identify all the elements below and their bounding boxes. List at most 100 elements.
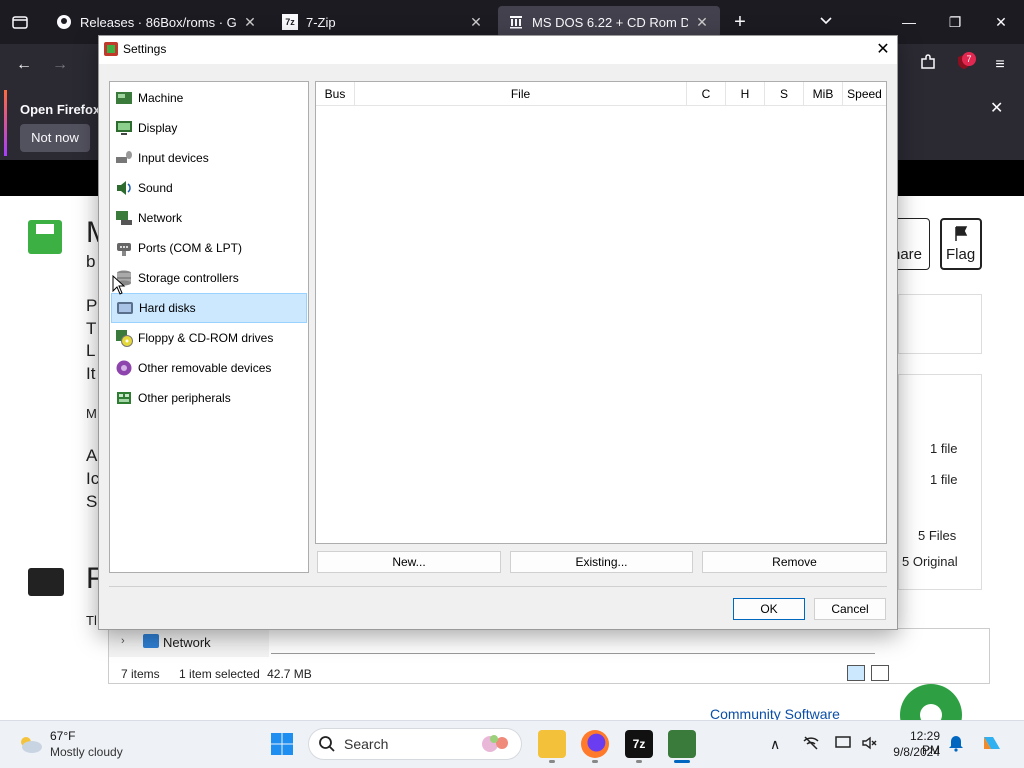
- network-icon: [115, 209, 133, 227]
- category-display[interactable]: Display: [111, 113, 307, 143]
- close-icon[interactable]: ✕: [468, 14, 484, 31]
- app-running-indicator: [592, 760, 598, 763]
- category-label: Hard disks: [139, 301, 196, 315]
- category-label: Storage controllers: [138, 271, 239, 285]
- category-floppy-cdrom[interactable]: Floppy & CD-ROM drives: [111, 323, 307, 353]
- volume-mute-icon[interactable]: [860, 734, 878, 752]
- not-now-button[interactable]: Not now: [20, 124, 90, 152]
- category-ports[interactable]: Ports (COM & LPT): [111, 233, 307, 263]
- column-header-mib[interactable]: MiB: [804, 82, 843, 106]
- machine-icon: [115, 89, 133, 107]
- tab-github-releases[interactable]: Releases · 86Box/roms · GitHub ✕: [46, 6, 268, 38]
- explorer-nav-network[interactable]: Network: [163, 635, 211, 650]
- hard-disk-icon: [116, 299, 134, 317]
- column-header-file[interactable]: File: [355, 82, 687, 106]
- category-label: Sound: [138, 181, 173, 195]
- page-text-fragment: T: [86, 319, 97, 338]
- app-active-indicator: [674, 760, 690, 763]
- category-label: Machine: [138, 91, 184, 105]
- minimize-icon[interactable]: —: [894, 8, 924, 36]
- remove-disk-button[interactable]: Remove: [702, 551, 887, 573]
- windows-start-icon[interactable]: [270, 732, 294, 756]
- category-sound[interactable]: Sound: [111, 173, 307, 203]
- category-network[interactable]: Network: [111, 203, 307, 233]
- close-icon[interactable]: ✕: [871, 38, 895, 62]
- chevron-up-icon[interactable]: ∧: [770, 736, 780, 753]
- page-text-fragment: It: [86, 364, 96, 383]
- floppy-cdrom-icon: [115, 329, 133, 347]
- network-offline-icon[interactable]: [802, 734, 820, 752]
- github-icon: [56, 14, 72, 30]
- category-label: Network: [138, 211, 183, 225]
- category-other-peripherals[interactable]: Other peripherals: [111, 383, 307, 413]
- file-explorer-icon[interactable]: [538, 730, 566, 758]
- close-icon[interactable]: ✕: [990, 98, 1003, 118]
- column-header-speed[interactable]: Speed: [843, 82, 886, 106]
- column-header-s[interactable]: S: [765, 82, 804, 106]
- search-highlight-icon: [480, 733, 516, 755]
- status-size: 42.7 MB: [267, 667, 312, 681]
- back-icon[interactable]: ←: [12, 53, 36, 77]
- category-removable-devices[interactable]: Other removable devices: [111, 353, 307, 383]
- settings-category-list: Machine Display Input devices Sound Netw…: [109, 81, 309, 573]
- chevron-right-icon[interactable]: ›: [121, 635, 125, 647]
- tab-list-icon[interactable]: [8, 10, 32, 34]
- extensions-icon[interactable]: [916, 53, 940, 77]
- category-storage-controllers[interactable]: Storage controllers: [111, 263, 307, 293]
- notification-title: Open Firefox: [20, 102, 101, 117]
- dialog-title-bar[interactable]: Settings ✕: [99, 36, 897, 64]
- category-input-devices[interactable]: Input devices: [111, 143, 307, 173]
- input-devices-icon: [115, 149, 133, 167]
- chevron-down-icon[interactable]: [814, 10, 838, 34]
- side-panel-box: [898, 294, 982, 354]
- close-window-icon[interactable]: ✕: [986, 8, 1016, 36]
- notification-bell-icon[interactable]: [948, 734, 964, 752]
- new-disk-button[interactable]: New...: [317, 551, 501, 573]
- network-icon: [143, 634, 159, 648]
- explorer-nav-pane: › Network: [109, 629, 269, 657]
- category-machine[interactable]: Machine: [111, 83, 307, 113]
- tab-ms-dos[interactable]: MS DOS 6.22 + CD Rom Driver ✕: [498, 6, 720, 38]
- ports-icon: [115, 239, 133, 257]
- category-hard-disks[interactable]: Hard disks: [111, 293, 307, 323]
- hard-disk-table[interactable]: Bus File C H S MiB Speed: [315, 81, 887, 544]
- details-view-icon[interactable]: [847, 665, 865, 681]
- removable-devices-icon: [115, 359, 133, 377]
- status-selected: 1 item selected: [179, 667, 260, 681]
- weather-cloud-icon[interactable]: [16, 734, 44, 754]
- file-explorer-window: › Network 7 items 1 item selected 42.7 M…: [108, 628, 990, 684]
- new-tab-icon[interactable]: +: [728, 10, 752, 34]
- column-header-bus[interactable]: Bus: [316, 82, 355, 106]
- copilot-icon[interactable]: [980, 731, 1004, 755]
- page-byline-fragment: b: [86, 252, 96, 271]
- 7zip-app-icon[interactable]: 7z: [625, 730, 653, 758]
- menu-icon[interactable]: ≡: [988, 53, 1012, 77]
- cancel-button[interactable]: Cancel: [814, 598, 886, 620]
- column-header-h[interactable]: H: [726, 82, 765, 106]
- close-icon[interactable]: ✕: [242, 14, 258, 31]
- app-running-indicator: [549, 760, 555, 763]
- file-count: 5 Original: [902, 554, 958, 569]
- forward-icon[interactable]: →: [48, 53, 72, 77]
- ok-button[interactable]: OK: [733, 598, 805, 620]
- tab-label: 7-Zip: [306, 14, 336, 30]
- column-header-c[interactable]: C: [687, 82, 726, 106]
- category-label: Floppy & CD-ROM drives: [138, 331, 274, 345]
- tab-7zip[interactable]: 7z 7-Zip ✕: [272, 6, 494, 38]
- page-text-fragment: Tl: [86, 613, 97, 628]
- tiles-view-icon[interactable]: [871, 665, 889, 681]
- dialog-separator: [109, 586, 887, 587]
- file-count: 5 Files: [918, 528, 957, 543]
- existing-disk-button[interactable]: Existing...: [510, 551, 693, 573]
- display-icon[interactable]: [834, 734, 852, 752]
- page-text-fragment: S: [86, 492, 98, 511]
- weather-temperature: 67°F: [50, 729, 76, 743]
- 86box-app-icon[interactable]: [668, 730, 696, 758]
- page-text-fragment: M: [86, 406, 97, 421]
- close-icon[interactable]: ✕: [694, 14, 710, 31]
- restore-icon[interactable]: ❐: [940, 8, 970, 36]
- search-placeholder: Search: [344, 736, 389, 752]
- firefox-icon[interactable]: [581, 730, 609, 758]
- clock-date[interactable]: 9/8/2024: [892, 745, 940, 759]
- search-icon: [318, 735, 336, 753]
